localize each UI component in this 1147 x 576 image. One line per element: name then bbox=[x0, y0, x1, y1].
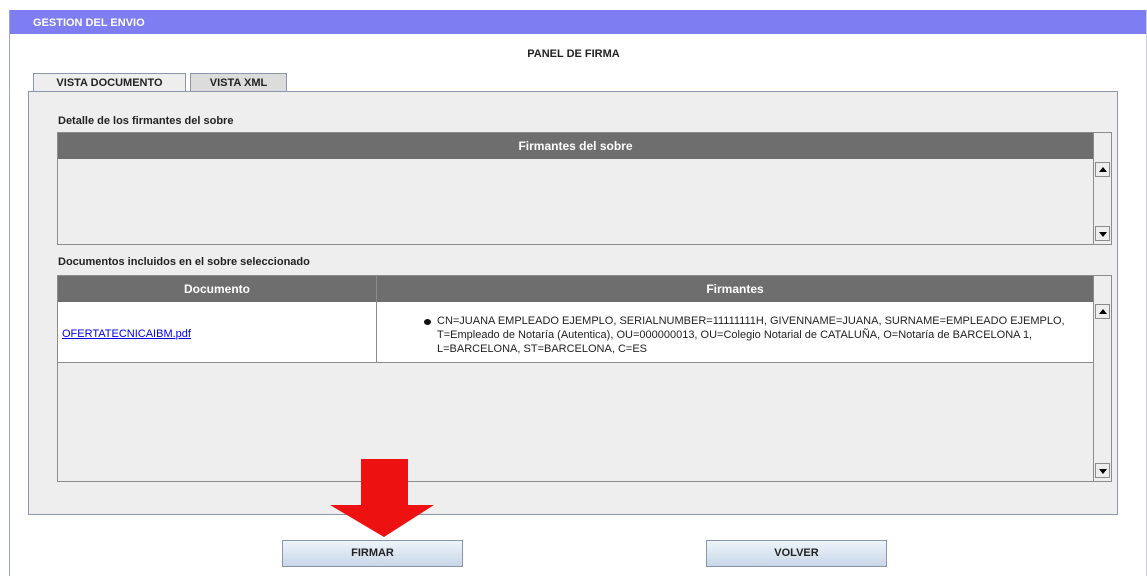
document-cell: OFERTATECNICAIBM.pdf bbox=[58, 302, 376, 362]
signers-scrollbar[interactable] bbox=[1093, 133, 1111, 244]
documents-table: Documento Firmantes OFERTATECNICAIBM.pdf… bbox=[57, 275, 1112, 482]
table-row[interactable]: OFERTATECNICAIBM.pdf CN=JUANA EMPLEADO E… bbox=[58, 302, 1093, 363]
window-border-left bbox=[9, 10, 10, 576]
firmantes-column-header[interactable]: Firmantes bbox=[377, 276, 1093, 302]
tab-vista-xml[interactable]: VISTA XML bbox=[190, 73, 287, 93]
panel-title: PANEL DE FIRMA bbox=[527, 48, 620, 60]
signers-cell: CN=JUANA EMPLEADO EJEMPLO, SERIALNUMBER=… bbox=[377, 302, 1090, 362]
window-title: GESTION DEL ENVIO bbox=[10, 10, 1147, 34]
red-down-arrow-icon bbox=[330, 459, 434, 537]
documents-section-label: Documentos incluidos en el sobre selecci… bbox=[58, 256, 310, 268]
document-link[interactable]: OFERTATECNICAIBM.pdf bbox=[62, 328, 191, 340]
tab-panel-vista-documento: Detalle de los firmantes del sobre Firma… bbox=[28, 91, 1118, 515]
scroll-down-button[interactable] bbox=[1095, 463, 1110, 478]
signers-column-header[interactable]: Firmantes del sobre bbox=[58, 133, 1093, 159]
firmar-button[interactable]: FIRMAR bbox=[282, 540, 463, 567]
documento-column-header[interactable]: Documento bbox=[58, 276, 376, 302]
signers-table: Firmantes del sobre bbox=[57, 132, 1112, 245]
volver-button[interactable]: VOLVER bbox=[706, 540, 887, 567]
column-separator bbox=[376, 276, 377, 302]
documents-scrollbar[interactable] bbox=[1093, 276, 1111, 481]
signer-details: CN=JUANA EMPLEADO EJEMPLO, SERIALNUMBER=… bbox=[437, 315, 1065, 355]
bullet-icon bbox=[424, 319, 431, 325]
signers-section-label: Detalle de los firmantes del sobre bbox=[58, 115, 234, 127]
scroll-up-button[interactable] bbox=[1095, 304, 1110, 319]
arrow-up-icon bbox=[1099, 309, 1107, 314]
arrow-down-icon bbox=[1099, 232, 1107, 237]
scroll-up-button[interactable] bbox=[1095, 162, 1110, 177]
scroll-down-button[interactable] bbox=[1095, 226, 1110, 241]
arrow-up-icon bbox=[1099, 167, 1107, 172]
tab-vista-documento[interactable]: VISTA DOCUMENTO bbox=[33, 73, 186, 93]
arrow-down-icon bbox=[1099, 469, 1107, 474]
app-window: GESTION DEL ENVIO PANEL DE FIRMA VISTA D… bbox=[0, 0, 1147, 576]
